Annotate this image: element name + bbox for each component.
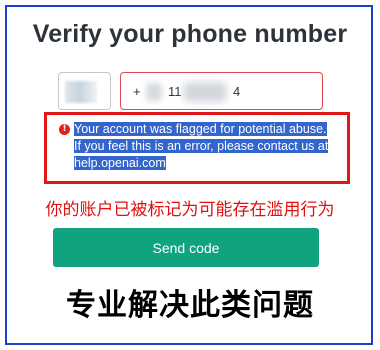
red-annotation: 你的账户已被标记为可能存在滥用行为 [45,200,335,219]
bottom-caption: 专业解决此类问题 [66,289,314,322]
send-code-button[interactable]: Send code [53,228,319,267]
error-line-1: Your account was flagged for potential a… [74,122,327,136]
flag-icon [65,81,97,103]
phone-digits: 11 [168,84,182,99]
phone-last-digit: 4 [233,84,241,99]
help-link[interactable]: help.openai.com [74,156,166,170]
country-selector[interactable] [58,72,111,110]
redacted-digits [146,83,162,101]
phone-input[interactable]: + 11 4 [120,72,323,110]
error-icon: ! [59,124,70,135]
page-title: Verify your phone number [32,20,348,48]
error-line-2: If you feel this is an error, please con… [74,139,329,153]
error-text: Your account was flagged for potential a… [74,121,344,172]
phone-prefix: + [133,84,141,99]
redacted-digits [183,82,227,102]
error-message-box: ! Your account was flagged for potential… [44,112,350,184]
